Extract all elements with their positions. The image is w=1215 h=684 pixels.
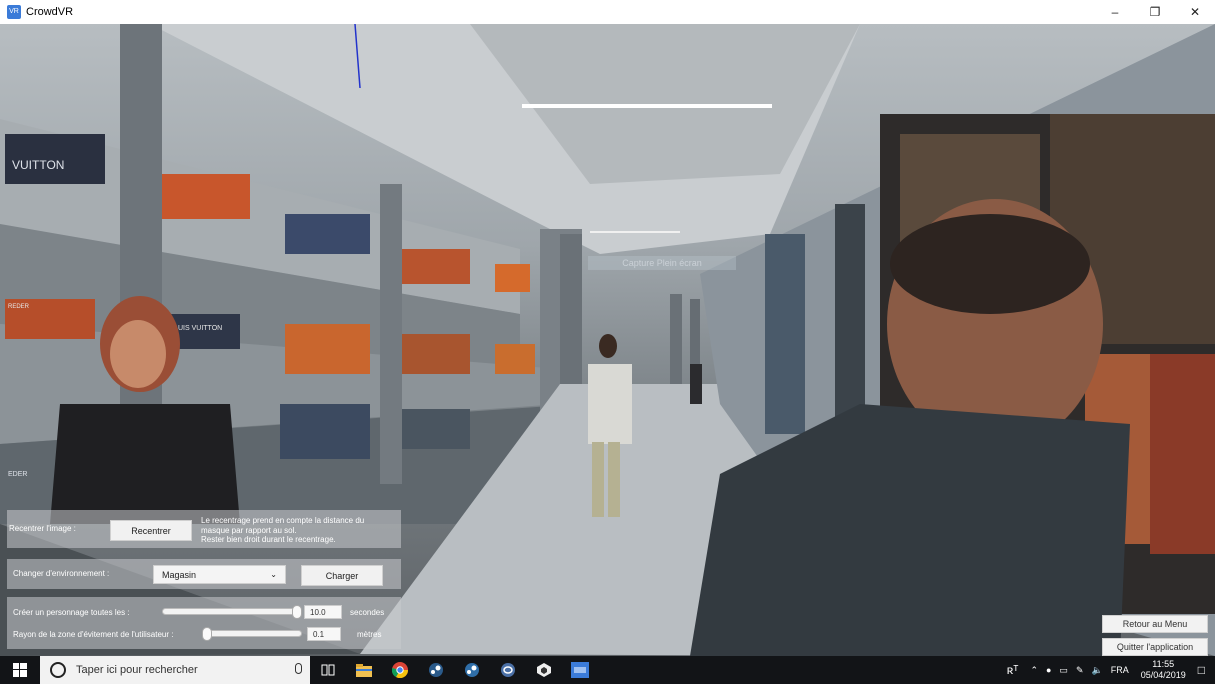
spawn-interval-label: Créer un personnage toutes les : [13,608,130,617]
people-icon[interactable]: ʀᵀ [1007,663,1019,677]
search-placeholder: Taper ici pour rechercher [76,664,198,676]
volume-icon[interactable]: 🔈 [1091,665,1102,676]
clock-date: 05/04/2019 [1140,670,1186,680]
spawn-interval-slider[interactable] [162,605,302,619]
store-sign-1: VUITTON [12,158,64,172]
restore-button[interactable]: ❐ [1135,0,1175,24]
avoidance-radius-slider[interactable] [202,627,302,641]
file-explorer-icon[interactable] [346,656,382,684]
quit-application-button[interactable]: Quitter l'application [1102,638,1208,656]
taskbar-search-box[interactable]: Taper ici pour rechercher [40,656,310,684]
avoidance-radius-label: Rayon de la zone d'évitement de l'utilis… [13,630,174,639]
chevron-down-icon: ⌄ [270,570,277,579]
capture-hint: Capture Plein écran [588,256,736,270]
slider-handle[interactable] [292,605,302,619]
recenter-label: Recentrer l'image : [9,524,76,533]
steam-icon[interactable] [418,656,454,684]
title-bar: VR CrowdVR – ❐ ✕ [0,0,1215,24]
chevron-up-icon[interactable]: ⌃ [1030,665,1038,676]
recenter-note: Le recentrage prend en compte la distanc… [201,516,365,544]
notification-center-icon[interactable]: □ [1198,663,1205,677]
cortana-icon [50,662,66,678]
recenter-button[interactable]: Recentrer [110,520,192,541]
environment-selected-value: Magasin [162,569,197,580]
window-controls: – ❐ ✕ [1095,0,1215,24]
windows-logo-icon [13,663,27,677]
store-sign-3: REDER [8,304,30,310]
battery-icon[interactable]: ▭ [1059,665,1068,676]
task-view-icon[interactable] [310,656,346,684]
crowd-settings-panel: Créer un personnage toutes les : 10.0 se… [7,597,401,649]
oculus-icon[interactable] [490,656,526,684]
clock[interactable]: 11:55 05/04/2019 [1141,659,1186,681]
slider-track[interactable] [162,608,302,615]
load-environment-button[interactable]: Charger [301,565,383,586]
language-indicator[interactable]: FRA [1111,665,1129,675]
recenter-panel: Recentrer l'image : Recentrer Le recentr… [7,510,401,548]
store-sign-4: EDER [8,471,27,478]
steam-tray-icon[interactable]: ● [1046,665,1051,675]
taskbar: Taper ici pour rechercher ʀᵀ ⌃ ● ▭ ✎ 🔈 F… [0,656,1215,684]
back-to-menu-button[interactable]: Retour au Menu [1102,615,1208,633]
avoidance-radius-unit: mètres [357,630,382,639]
avoidance-radius-value[interactable]: 0.1 [307,627,341,641]
pen-icon[interactable]: ✎ [1076,665,1084,676]
clock-time: 11:55 [1152,659,1175,669]
crowdvr-taskbar-icon[interactable] [562,656,598,684]
start-button[interactable] [0,656,40,684]
spawn-interval-value[interactable]: 10.0 [304,605,342,619]
slider-track[interactable] [202,630,302,637]
slider-handle[interactable] [202,627,212,641]
environment-panel: Changer d'environnement : Magasin ⌄ Char… [7,559,401,589]
system-tray: ʀᵀ ⌃ ● ▭ ✎ 🔈 FRA 11:55 05/04/2019 □ [1007,656,1215,684]
microphone-icon[interactable] [295,663,302,674]
environment-select[interactable]: Magasin ⌄ [153,565,286,584]
steam-vr-icon[interactable] [454,656,490,684]
close-button[interactable]: ✕ [1175,0,1215,24]
window-title: CrowdVR [26,6,74,18]
spawn-interval-unit: secondes [350,608,385,617]
chrome-icon[interactable] [382,656,418,684]
environment-label: Changer d'environnement : [13,569,110,578]
app-icon: VR [7,5,21,19]
unity-icon[interactable] [526,656,562,684]
minimize-button[interactable]: – [1095,0,1135,24]
store-sign-2: UIS VUITTON [178,325,222,332]
